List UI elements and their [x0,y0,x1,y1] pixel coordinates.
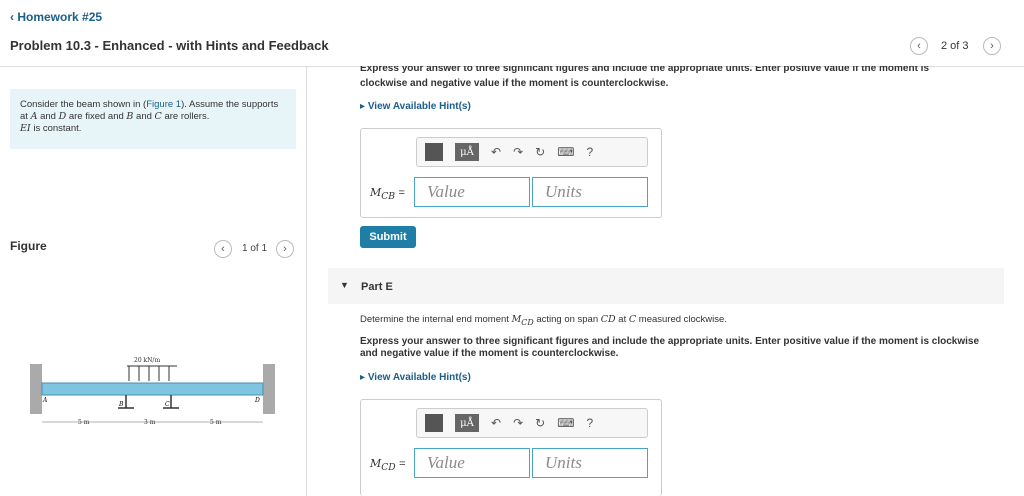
intro-text: are rollers. [161,111,210,122]
label-d: D [254,397,260,404]
intro-text: Consider the beam shown in ( [20,99,147,110]
prompt-text: at [615,314,629,325]
help-icon[interactable]: ? [587,416,594,430]
intro-text: is constant. [30,123,82,134]
undo-icon[interactable]: ↶ [491,416,501,430]
figure-pager: 1 of 1 [242,243,268,254]
part-e-toolbar: μÅ ↶ ↷ ↻ ⌨ ? [416,408,648,438]
beam [41,382,264,396]
prompt-text: Determine the internal end moment [360,314,512,325]
label-a: A [42,397,48,404]
var-ei: EI [20,123,31,134]
distributed-load [127,365,177,381]
keyboard-icon[interactable]: ⌨ [557,145,574,159]
page-title: Problem 10.3 - Enhanced - with Hints and… [10,38,329,53]
template-icon[interactable] [425,414,443,432]
var-c: C [154,111,162,122]
triangle-right-icon: ▸ [360,101,366,112]
right-wall [263,364,275,414]
beam-figure[interactable]: 20 kN/m A B C D 5 m 3 m 5 m [30,350,275,435]
prev-problem-button[interactable]: ‹ [910,37,928,55]
units-symbol-icon[interactable]: μÅ [455,414,479,432]
equals-sign: = [399,458,406,470]
var-span: CD [600,314,616,325]
chevron-left-icon: ‹ [10,10,14,24]
template-icon[interactable] [425,143,443,161]
intro-text: are fixed and [66,111,127,122]
redo-icon[interactable]: ↷ [513,416,523,430]
mcb-value-input[interactable]: Value [414,177,530,207]
reset-icon[interactable]: ↻ [535,416,545,430]
prompt-text: measured clockwise. [636,314,727,325]
chevron-left-icon: ‹ [221,243,225,255]
load-label: 20 kN/m [134,357,160,364]
column-divider [306,67,307,496]
equals-sign: = [398,187,405,199]
chevron-left-icon: ‹ [917,40,921,52]
help-icon[interactable]: ? [587,145,594,159]
var-m-cd: MCD [511,314,534,327]
intro-text: and [37,111,59,122]
collapse-triangle-icon: ▼ [340,280,349,290]
figure-link[interactable]: Figure 1 [146,99,181,110]
part-d-toolbar: μÅ ↶ ↷ ↻ ⌨ ? [416,137,648,167]
var-sub: CD [381,462,396,474]
part-e-header[interactable]: ▼ Part E [328,268,1004,304]
mcd-label: MCD = [370,457,406,473]
var-sub: CB [381,191,395,203]
redo-icon[interactable]: ↷ [513,145,523,159]
part-d-hint-toggle[interactable]: ▸ View Available Hint(s) [360,101,471,112]
hint-link-label: View Available Hint(s) [367,372,471,383]
mcd-units-input[interactable]: Units [532,448,648,478]
back-link-label: Homework #25 [17,10,103,24]
back-to-homework-link[interactable]: ‹ Homework #25 [10,10,102,24]
intro-text: and [133,111,155,122]
label-b: B [118,401,124,408]
part-e-hint-toggle[interactable]: ▸ View Available Hint(s) [360,372,471,383]
figure-prev-button[interactable]: ‹ [214,240,232,258]
dim-cd: 5 m [210,419,222,426]
mcb-label: MCB = [370,186,405,202]
problem-statement: Consider the beam shown in (Figure 1). A… [10,89,296,149]
part-e-prompt: Determine the internal end moment MCD ac… [360,314,727,327]
figure-next-button[interactable]: › [276,240,294,258]
keyboard-icon[interactable]: ⌨ [557,416,574,430]
part-d-instruction-top: Express your answer to three significant… [360,66,1000,76]
figure-heading: Figure [10,239,47,253]
prompt-text: acting on span [533,314,601,325]
reset-icon[interactable]: ↻ [535,145,545,159]
chevron-right-icon: › [990,40,994,52]
hint-link-label: View Available Hint(s) [367,101,471,112]
var-m: M [370,186,382,199]
dim-ab: 5 m [78,419,90,426]
next-problem-button[interactable]: › [983,37,1001,55]
mcd-value-input[interactable]: Value [414,448,530,478]
units-symbol-icon[interactable]: μÅ [455,143,479,161]
dim-bc: 3 m [144,419,156,426]
chevron-right-icon: › [283,243,287,255]
triangle-right-icon: ▸ [360,372,366,383]
instruction-text: Express your answer to three significant… [360,66,930,74]
var-m: M [370,457,382,470]
part-d-instruction-bottom: clockwise and negative value if the mome… [360,78,669,89]
left-wall [30,364,42,414]
label-c: C [165,401,170,408]
mcb-units-input[interactable]: Units [532,177,648,207]
page-counter: 2 of 3 [941,40,969,52]
part-e-heading: Part E [361,281,393,293]
undo-icon[interactable]: ↶ [491,145,501,159]
part-e-instruction: Express your answer to three significant… [360,336,980,359]
submit-button[interactable]: Submit [360,226,416,248]
